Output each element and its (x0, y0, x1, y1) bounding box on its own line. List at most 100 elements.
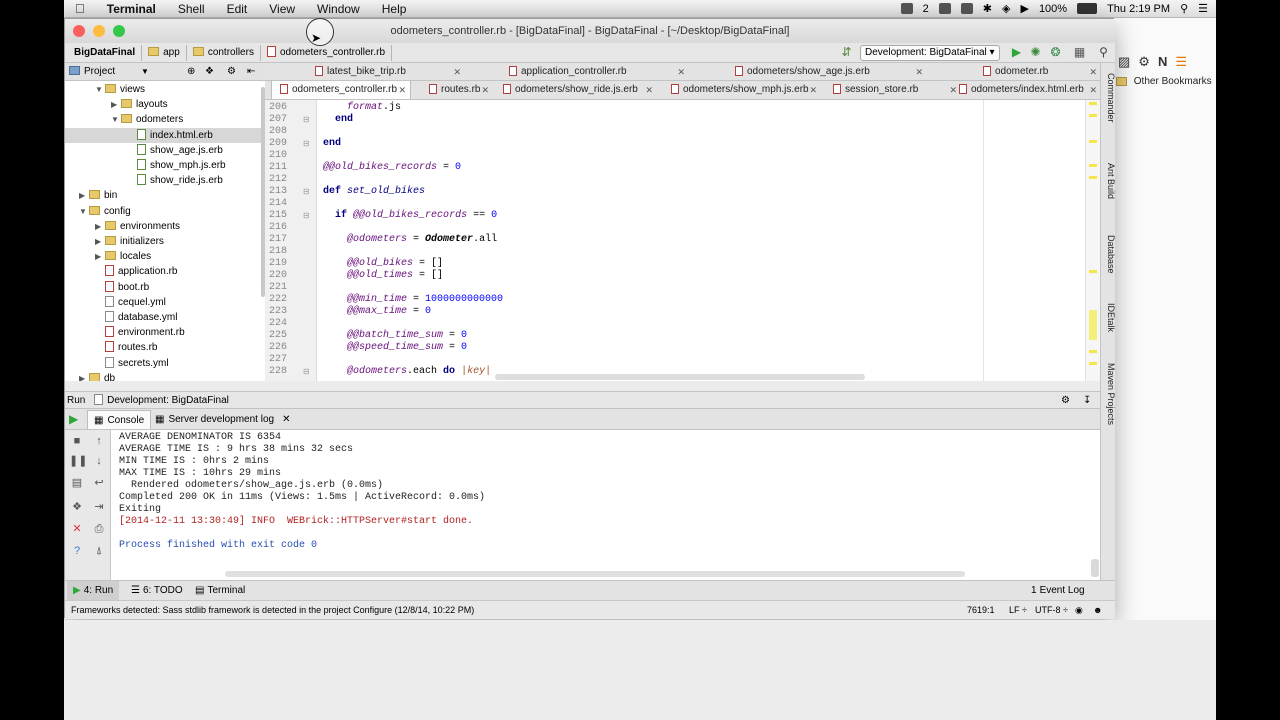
hide-panel-icon[interactable]: ↧ (1083, 392, 1091, 409)
line-separator[interactable]: LF ÷ (1009, 601, 1027, 619)
warning-marker[interactable] (1089, 176, 1097, 179)
code-line[interactable]: @@old_bikes_records = 0 (323, 162, 461, 174)
tool-commander[interactable]: Commander (1101, 73, 1116, 123)
window-titlebar[interactable]: odometers_controller.rb - [BigDataFinal]… (65, 19, 1115, 43)
tree-item[interactable]: environment.rb (65, 325, 261, 340)
close-tab-icon[interactable]: ✕ (645, 81, 653, 99)
zoom-window-button[interactable] (113, 25, 125, 37)
code-line[interactable]: @@min_time = 1000000000000 (323, 294, 503, 306)
code-line[interactable]: if @@old_bikes_records == 0 (323, 210, 497, 222)
chevron-down-icon[interactable]: ▼ (111, 112, 121, 127)
tool-idetalk[interactable]: IDEtalk (1101, 303, 1116, 332)
breadcrumb-app[interactable]: app (142, 44, 187, 61)
inspector-icon[interactable]: ☻ (1093, 601, 1102, 619)
browser-extension-icon[interactable]: ▨ (1118, 54, 1130, 70)
tree-item[interactable]: database.yml (65, 310, 261, 325)
code-line[interactable]: @@speed_time_sum = 0 (323, 342, 467, 354)
tree-item[interactable]: show_ride.js.erb (65, 173, 261, 188)
breadcrumb-project[interactable]: BigDataFinal (68, 44, 143, 61)
tree-item[interactable]: ▼ config (65, 204, 261, 219)
chevron-down-icon[interactable]: ▼ (95, 82, 105, 97)
tree-item[interactable]: ▶ layouts (65, 97, 261, 112)
dropbox-icon[interactable] (900, 3, 913, 14)
soft-wrap-icon[interactable]: ↩ (91, 476, 107, 490)
menu-shell[interactable]: Shell (167, 2, 216, 16)
file-encoding[interactable]: UTF-8 ÷ (1035, 601, 1068, 619)
wifi-icon[interactable]: ◈ (1002, 2, 1010, 15)
tree-item[interactable]: ▶ environments (65, 219, 261, 234)
tree-item[interactable]: routes.rb (65, 340, 261, 355)
run-configuration-select[interactable]: Development: BigDataFinal ▾ (860, 45, 1000, 61)
editor-tab[interactable]: odometers_controller.rb ✕ (271, 81, 411, 99)
editor-tab[interactable]: latest_bike_trip.rb ✕ (307, 63, 465, 81)
warning-marker[interactable] (1089, 140, 1097, 143)
hide-panel-icon[interactable]: ⇤ (247, 63, 255, 81)
scroll-down-icon[interactable]: ↓ (91, 454, 107, 468)
chevron-right-icon[interactable]: ▶ (95, 249, 105, 264)
warning-marker[interactable] (1089, 362, 1097, 365)
code-line[interactable]: @@old_bikes = [] (323, 258, 443, 270)
bluetooth-icon[interactable]: ✱ (983, 2, 992, 15)
tree-item[interactable]: application.rb (65, 264, 261, 279)
fold-marker-icon[interactable]: ⊟ (303, 138, 310, 150)
print-icon[interactable]: ⎙ (91, 522, 107, 536)
display-icon[interactable] (938, 3, 951, 14)
editor-scrollbar[interactable] (1085, 100, 1100, 381)
tool-maven-projects[interactable]: Maven Projects (1101, 363, 1116, 425)
run-rerun-icon[interactable]: ▶ (69, 412, 78, 426)
close-tab-icon[interactable]: ✕ (809, 81, 817, 99)
time-machine-icon[interactable] (960, 3, 973, 14)
notification-count[interactable]: 2 (923, 3, 929, 15)
chevron-right-icon[interactable]: ▶ (95, 219, 105, 234)
n-extension-icon[interactable]: N (1158, 54, 1167, 70)
browser-menu-icon[interactable]: ☰ (1175, 54, 1187, 70)
minimize-window-button[interactable] (93, 25, 105, 37)
tree-item[interactable]: boot.rb (65, 280, 261, 295)
tree-item[interactable]: show_age.js.erb (65, 143, 261, 158)
close-tab-icon[interactable]: ✕ (1089, 63, 1097, 81)
lock-icon[interactable]: ◉ (1075, 601, 1083, 619)
tree-item[interactable]: ▶ initializers (65, 234, 261, 249)
editor-gutter[interactable]: 206 207 ⊟ 208 209 ⊟ 210 211 212 213 ⊟ 214 215 ⊟ 216 217… (265, 100, 317, 381)
close-tab-icon[interactable]: ✕ (453, 63, 461, 81)
menu-app-name[interactable]: Terminal (96, 2, 167, 16)
battery-icon[interactable] (1077, 3, 1098, 14)
close-tab-icon[interactable]: ✕ (398, 81, 406, 99)
warning-marker[interactable] (1089, 350, 1097, 353)
menu-window[interactable]: Window (306, 2, 371, 16)
menu-view[interactable]: View (258, 2, 306, 16)
tool-database[interactable]: Database (1101, 235, 1116, 274)
tab-server-log[interactable]: ▦ Server development log ✕ (149, 410, 296, 429)
tree-item[interactable]: ▼ odometers (65, 112, 261, 127)
restore-layout-icon[interactable]: ▤ (69, 476, 85, 490)
tool-event-log[interactable]: 1 Event Log (1025, 581, 1091, 600)
menubar-clock[interactable]: Thu 2:19 PM (1107, 3, 1170, 15)
project-structure-icon[interactable]: ▦ (1073, 46, 1086, 59)
fold-marker-icon[interactable]: ⊟ (303, 114, 310, 126)
scroll-end-icon[interactable]: ⇥ (91, 500, 107, 514)
tree-item[interactable]: ▶ db (65, 371, 261, 381)
menu-help[interactable]: Help (371, 2, 418, 16)
run-icon[interactable]: ▶ (1010, 46, 1023, 59)
status-message[interactable]: Frameworks detected: Sass stdlib framewo… (71, 601, 474, 619)
menu-edit[interactable]: Edit (216, 2, 259, 16)
other-bookmarks[interactable]: Other Bookmarks (1116, 76, 1216, 92)
breadcrumb-file[interactable]: odometers_controller.rb (261, 44, 393, 61)
code-line[interactable]: @@batch_time_sum = 0 (323, 330, 467, 342)
tree-item[interactable]: ▶ bin (65, 188, 261, 203)
editor-tab[interactable]: session_store.rb ✕ (825, 81, 961, 99)
tool-terminal[interactable]: ▤ Terminal (189, 581, 251, 600)
editor-tab[interactable]: routes.rb ✕ (421, 81, 493, 99)
code-line[interactable]: format.js (323, 102, 401, 114)
close-icon[interactable]: ✕ (69, 522, 85, 536)
warning-marker[interactable] (1089, 114, 1097, 117)
tree-item[interactable]: cequel.yml (65, 295, 261, 310)
gear-icon[interactable]: ⚙ (1138, 54, 1150, 70)
pin-icon[interactable]: ❖ (69, 500, 85, 514)
close-tab-icon[interactable]: ✕ (677, 63, 685, 81)
scroll-up-icon[interactable]: ↑ (91, 434, 107, 448)
close-window-button[interactable] (73, 25, 85, 37)
code-line[interactable]: @@max_time = 0 (323, 306, 431, 318)
chevron-right-icon[interactable]: ▶ (79, 371, 89, 381)
target-icon[interactable]: ⊕ (187, 63, 195, 81)
